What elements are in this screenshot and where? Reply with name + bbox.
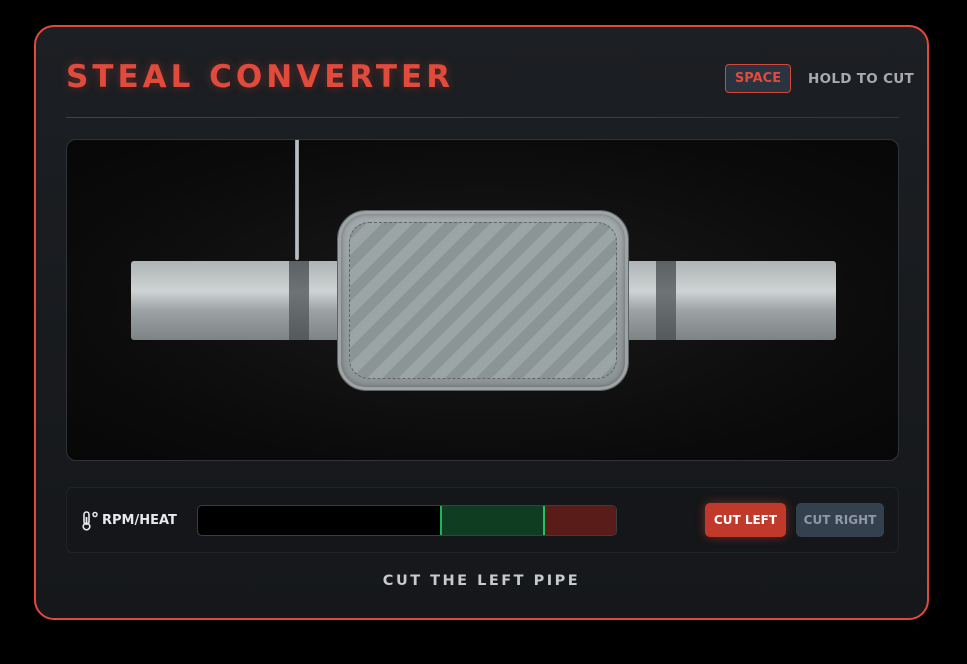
game-panel: STEAL CONVERTER SPACE HOLD TO CUT RPM/HE…: [34, 25, 929, 620]
converter-heat-shield: [349, 222, 617, 379]
header-divider: [66, 117, 899, 118]
gauge-overheat-zone: [542, 506, 616, 535]
status-message: CUT THE LEFT PIPE: [382, 573, 581, 589]
control-bar: RPM/HEAT CUT LEFT CUT RIGHT: [66, 487, 899, 553]
game-viewport[interactable]: [66, 139, 899, 461]
thermometer-icon: [82, 511, 98, 531]
hold-to-cut-hint: HOLD TO CUT: [808, 71, 915, 87]
saw-blade-indicator: [295, 140, 299, 260]
catalytic-converter: [338, 211, 628, 390]
gauge-sweet-spot-zone: [440, 506, 545, 535]
left-pipe-clamp: [289, 261, 309, 340]
right-pipe-clamp: [656, 261, 676, 340]
rpm-heat-gauge: [197, 505, 617, 536]
cut-left-button[interactable]: CUT LEFT: [705, 503, 786, 537]
right-pipe[interactable]: [622, 261, 836, 340]
rpm-heat-label: RPM/HEAT: [102, 513, 177, 528]
game-title: STEAL CONVERTER: [66, 59, 455, 95]
space-key-badge: SPACE: [725, 64, 791, 93]
cut-right-button[interactable]: CUT RIGHT: [796, 503, 884, 537]
